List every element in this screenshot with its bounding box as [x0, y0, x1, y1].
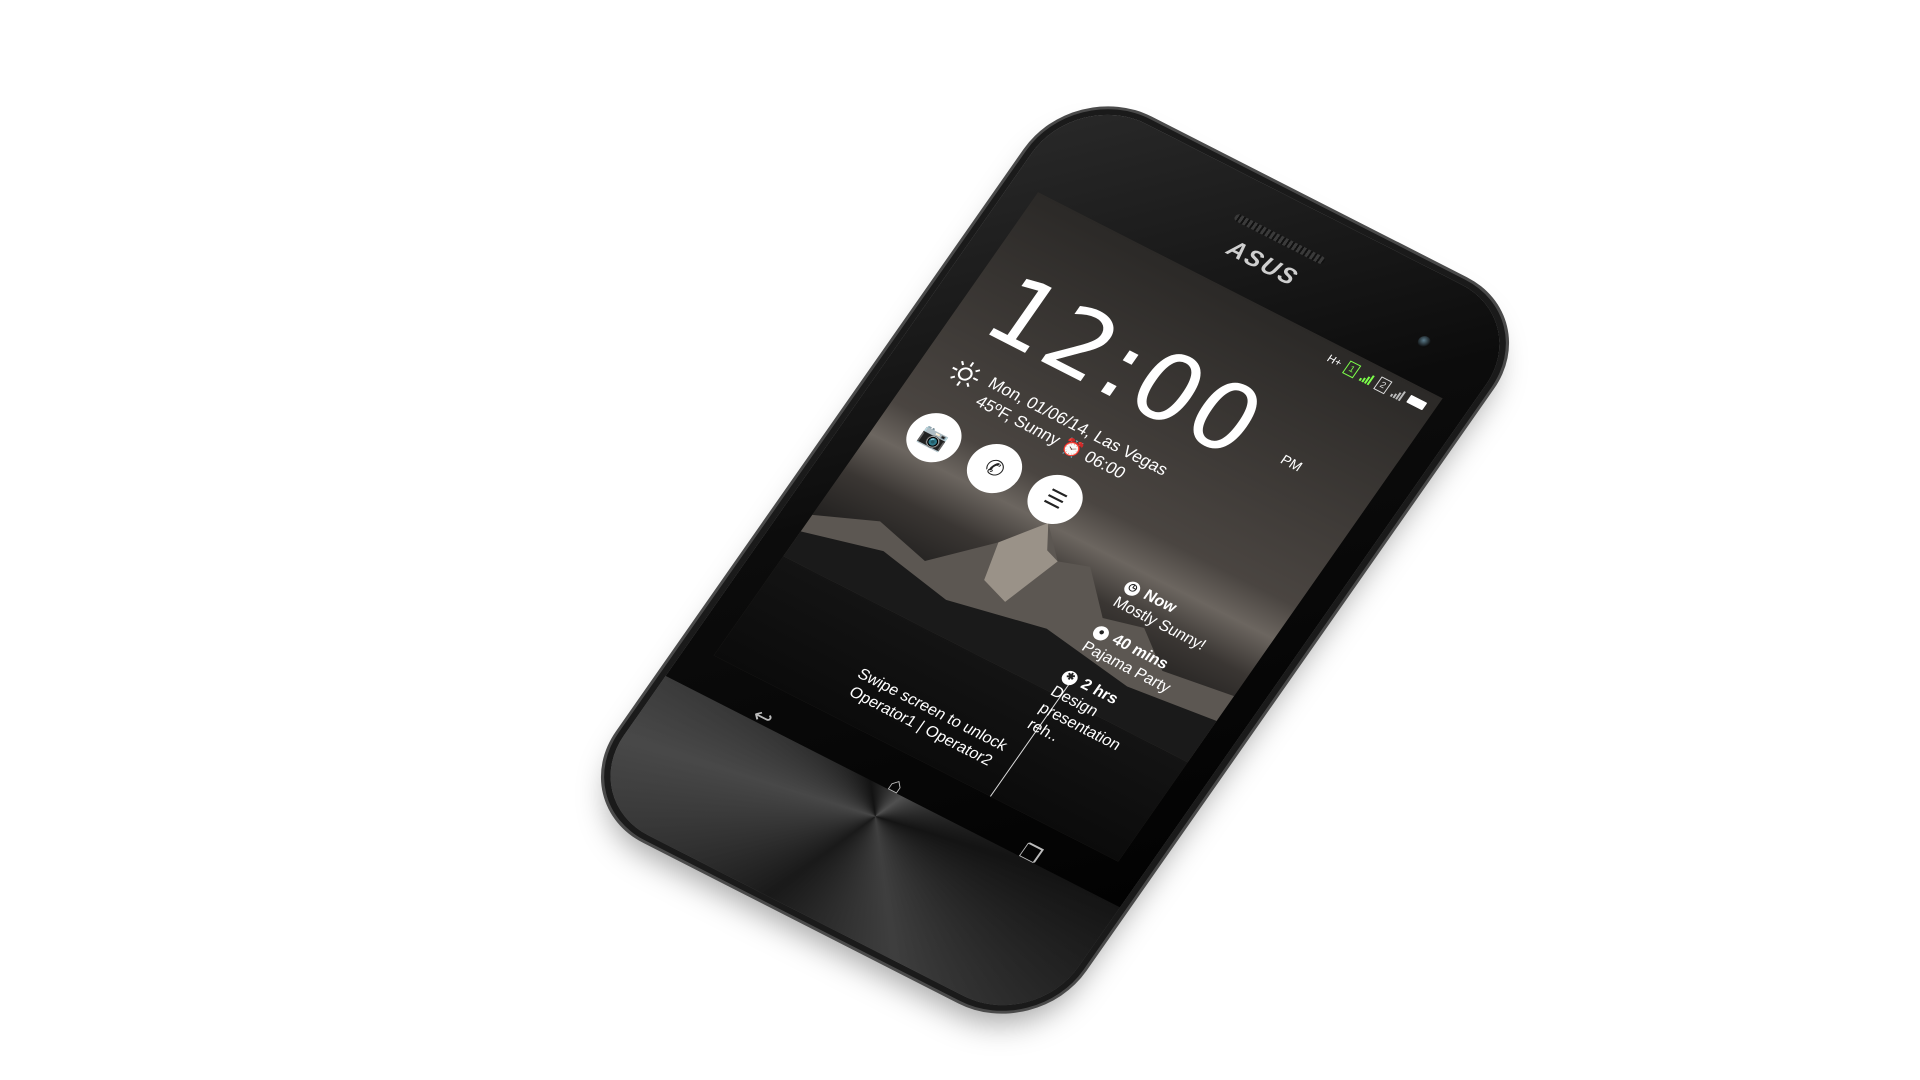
phone: ASUS H+ 1 2 12:00 PM Mon, 01/06/14, Las … [578, 88, 1532, 1032]
phone-icon: ✆ [979, 453, 1011, 483]
camera-icon: 📷 [914, 420, 954, 454]
message-icon: ☰ [1039, 484, 1072, 514]
front-camera [1415, 334, 1433, 350]
sim1-signal-icon [1358, 370, 1376, 385]
product-photo: ASUS H+ 1 2 12:00 PM Mon, 01/06/14, Las … [0, 0, 1920, 1080]
sim2-signal-icon [1390, 386, 1407, 401]
